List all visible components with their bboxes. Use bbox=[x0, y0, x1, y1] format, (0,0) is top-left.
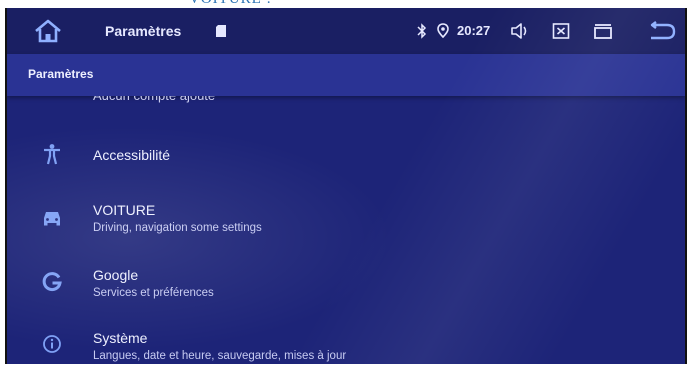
settings-item-title: Système bbox=[93, 330, 148, 346]
location-icon bbox=[437, 23, 449, 39]
volume-icon[interactable] bbox=[510, 22, 530, 40]
sd-card-icon bbox=[216, 25, 226, 37]
settings-item-google[interactable]: Google Services et préférences bbox=[7, 255, 685, 309]
info-icon bbox=[43, 335, 61, 353]
bluetooth-icon bbox=[417, 23, 427, 39]
clock: 20:27 bbox=[457, 23, 491, 38]
home-icon[interactable] bbox=[33, 18, 63, 44]
status-bar: Paramètres 20:27 bbox=[7, 8, 685, 54]
status-bar-title: Paramètres bbox=[105, 23, 182, 39]
settings-item-subtitle: Langues, date et heure, sauvegarde, mise… bbox=[93, 350, 347, 362]
page-title: Paramètres bbox=[28, 67, 94, 81]
settings-item-systeme[interactable]: Système Langues, date et heure, sauvegar… bbox=[7, 318, 685, 364]
car-icon bbox=[44, 212, 60, 226]
settings-item-subtitle: Driving, navigation some settings bbox=[93, 222, 262, 234]
settings-item-title: Accessibilité bbox=[93, 147, 171, 163]
google-icon bbox=[42, 272, 62, 292]
app-bar: Paramètres bbox=[7, 54, 685, 96]
close-app-icon[interactable] bbox=[552, 22, 570, 40]
caption-text: VOITURE : bbox=[189, 0, 272, 8]
back-icon[interactable] bbox=[647, 21, 677, 41]
android-settings-screen: Paramètres 20:27 Paramètres Accessibilit… bbox=[5, 8, 687, 364]
settings-item-title: Google bbox=[93, 267, 139, 283]
page-caption: VOITURE : bbox=[0, 0, 688, 8]
recent-apps-icon[interactable] bbox=[592, 22, 614, 40]
accessibility-icon bbox=[44, 144, 60, 165]
settings-item-title: VOITURE bbox=[93, 202, 156, 218]
settings-item-voiture[interactable]: VOITURE Driving, navigation some setting… bbox=[7, 190, 685, 244]
settings-item-subtitle: Services et préférences bbox=[93, 287, 214, 299]
settings-item-accessibility[interactable]: Accessibilité bbox=[7, 132, 685, 176]
